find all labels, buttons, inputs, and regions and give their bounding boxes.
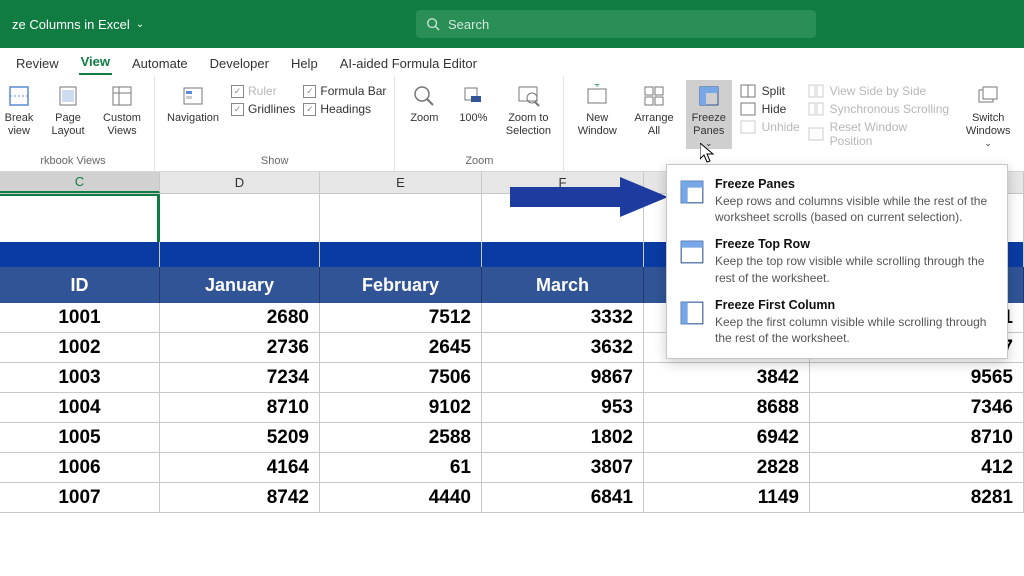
tab-review[interactable]: Review [14,52,61,75]
svg-text:*: * [703,85,706,94]
gridlines-checkbox[interactable]: ✓Gridlines [231,102,295,116]
page-layout-icon [56,84,80,108]
search-icon [426,17,440,31]
freeze-top-row-option[interactable]: * Freeze Top RowKeep the top row visible… [667,231,1007,291]
search-input[interactable]: Search [416,10,816,38]
cursor-icon [700,143,718,165]
reset-window-button: Reset Window Position [808,118,953,150]
freeze-first-column-option[interactable]: * Freeze First ColumnKeep the first colu… [667,292,1007,352]
col-header-c[interactable]: C [0,172,160,193]
tab-view[interactable]: View [79,50,112,75]
split-icon [740,84,756,98]
new-window-icon: + [585,84,609,108]
side-by-side-icon [808,84,824,98]
custom-views-button[interactable]: Custom Views [98,80,146,138]
split-button[interactable]: Split [740,82,800,100]
table-row[interactable]: 100787424440684111498281 [0,483,1024,513]
col-header-e[interactable]: E [320,172,482,193]
table-row[interactable]: 100552092588180269428710 [0,423,1024,453]
chevron-down-icon[interactable]: ⌄ [136,19,144,30]
arrange-all-button[interactable]: Arrange All [630,80,678,138]
group-label-zoom: Zoom [403,155,555,169]
freeze-panes-button[interactable]: * Freeze Panes⌄ [686,80,732,149]
zoom-icon [412,84,436,108]
page-break-button[interactable]: Break view [0,80,38,138]
sync-scroll-icon [808,102,824,116]
group-label-views: rkbook Views [0,155,146,169]
tab-help[interactable]: Help [289,52,320,75]
ruler-checkbox[interactable]: ✓Ruler [231,84,295,98]
page-layout-button[interactable]: Page Layout [46,80,90,138]
tab-developer[interactable]: Developer [208,52,271,75]
switch-windows-button[interactable]: Switch Windows⌄ [960,80,1016,149]
table-row[interactable]: 10048710910295386887346 [0,393,1024,423]
unhide-button: Unhide [740,118,800,136]
hide-button[interactable]: Hide [740,100,800,118]
headings-checkbox[interactable]: ✓Headings [303,102,386,116]
unhide-icon [740,120,756,134]
sync-scrolling-button: Synchronous Scrolling [808,100,953,118]
arrange-all-icon [642,84,666,108]
freeze-panes-icon: * [697,84,721,108]
ribbon-tabs: Review View Automate Developer Help AI-a… [0,48,1024,76]
reset-window-icon [808,127,824,141]
navigation-button[interactable]: Navigation [163,80,223,125]
page-break-icon [7,84,31,108]
formula-bar-checkbox[interactable]: ✓Formula Bar [303,84,386,98]
zoom-selection-button[interactable]: Zoom to Selection [501,80,555,138]
col-header-d[interactable]: D [160,172,320,193]
freeze-panes-option[interactable]: * Freeze PanesKeep rows and columns visi… [667,171,1007,231]
view-side-by-side-button: View Side by Side [808,82,953,100]
chevron-down-icon: ⌄ [984,138,992,149]
tab-automate[interactable]: Automate [130,52,190,75]
custom-views-icon [110,84,134,108]
table-row[interactable]: 100372347506986738429565 [0,363,1024,393]
ribbon: Break view Page Layout Custom Views rkbo… [0,76,1024,172]
svg-text:*: * [684,300,688,310]
new-window-button[interactable]: + New Window [572,80,622,138]
table-row[interactable]: 100641646138072828412 [0,453,1024,483]
svg-text:+: + [594,84,600,91]
freeze-top-row-icon: * [679,239,705,265]
title-bar: ze Columns in Excel ⌄ Search [0,0,1024,48]
annotation-arrow [510,175,670,219]
zoom-100-icon [461,84,485,108]
zoom-100-button[interactable]: 100% [453,80,493,125]
group-label-show: Show [163,155,386,169]
freeze-first-column-icon: * [679,300,705,326]
freeze-panes-icon: * [679,179,705,205]
zoom-selection-icon [516,84,540,108]
freeze-panes-dropdown: * Freeze PanesKeep rows and columns visi… [666,164,1008,359]
tab-ai-formula[interactable]: AI-aided Formula Editor [338,52,479,75]
switch-windows-icon [976,84,1000,108]
zoom-button[interactable]: Zoom [403,80,445,125]
hide-icon [740,102,756,116]
workbook-title: ze Columns in Excel [8,17,130,32]
navigation-icon [181,84,205,108]
